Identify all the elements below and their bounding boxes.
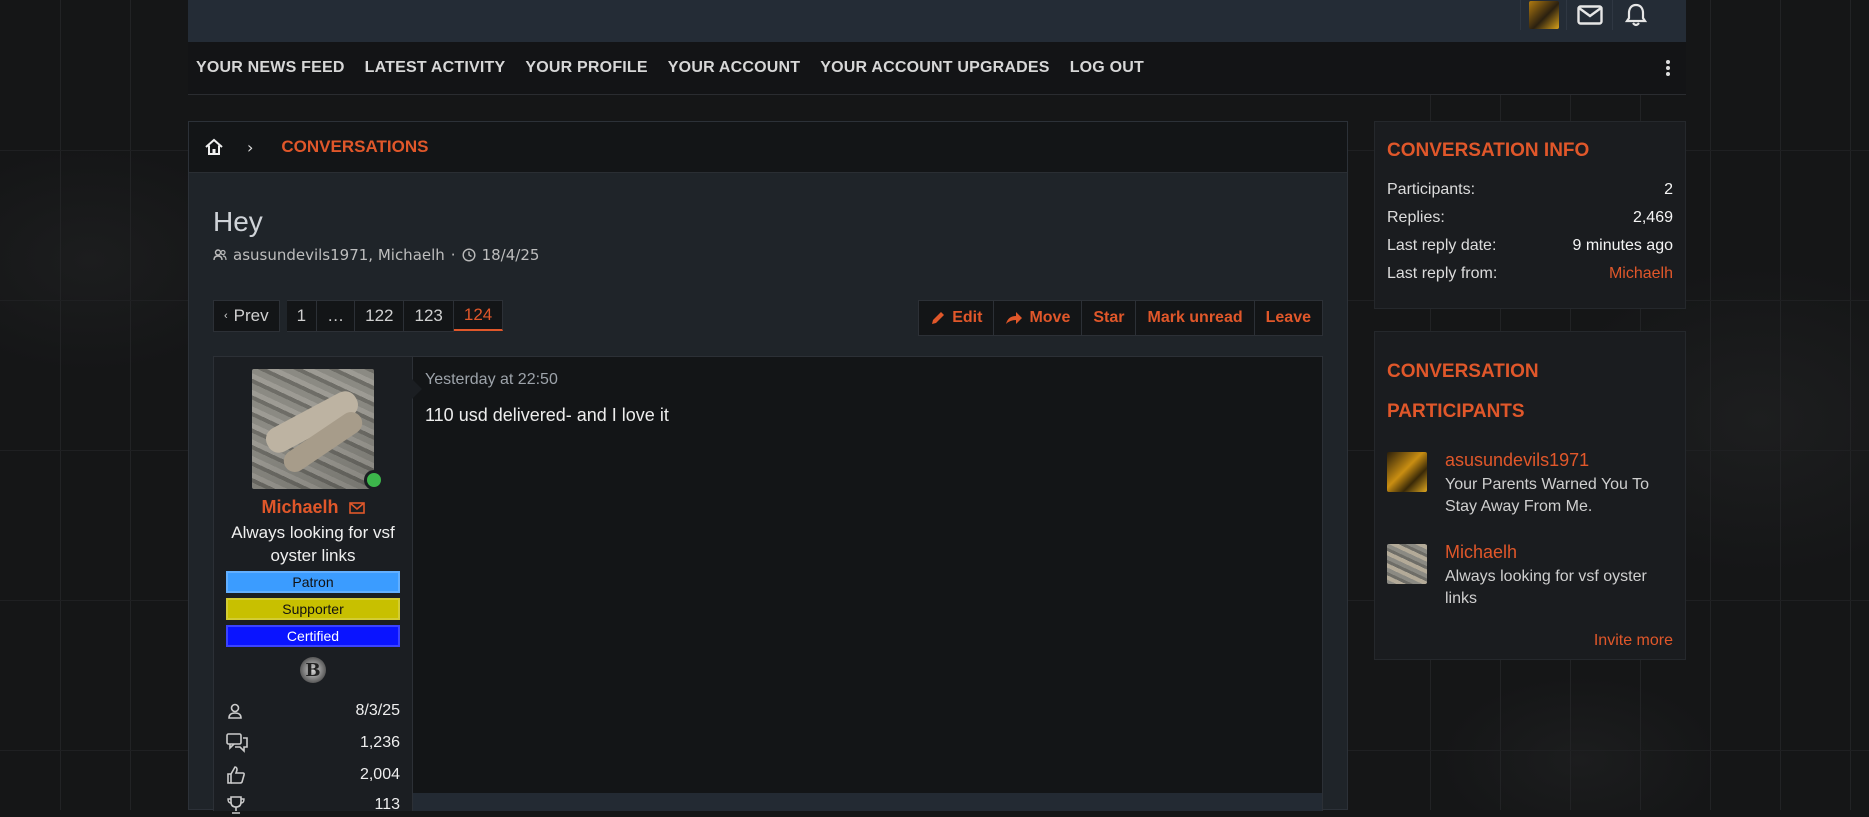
conversation-actions: Edit Move Star Mark unread Leave <box>918 300 1323 336</box>
author-name-link[interactable]: Michaelh <box>261 497 338 517</box>
message-footer <box>413 793 1322 811</box>
participant-asusundevils1971: asusundevils1971 Your Parents Warned You… <box>1375 450 1685 544</box>
pencil-icon <box>932 312 945 324</box>
page-ellipsis[interactable]: … <box>317 300 356 332</box>
meta-separator: · <box>450 246 456 264</box>
page-124-current[interactable]: 124 <box>453 300 504 331</box>
account-avatar-button[interactable] <box>1520 0 1567 30</box>
participant-name[interactable]: asusundevils1971 <box>1445 450 1589 471</box>
leave-button[interactable]: Leave <box>1253 301 1322 335</box>
participant-title: Your Parents Warned You To Stay Away Fro… <box>1445 476 1649 515</box>
avatar[interactable] <box>1387 544 1427 584</box>
alerts-button[interactable] <box>1612 0 1659 30</box>
conversation-info-heading: CONVERSATION INFO <box>1387 140 1590 161</box>
trophy-icon <box>227 796 245 814</box>
move-button[interactable]: Move <box>993 301 1081 335</box>
comments-icon <box>226 733 248 753</box>
message-user-info: Michaelh Always looking for vsf oyster l… <box>214 357 413 814</box>
info-last-reply-date: Last reply date: 9 minutes ago <box>1387 237 1673 254</box>
more-menu-icon[interactable] <box>1664 56 1672 80</box>
thumbs-up-icon <box>227 766 245 784</box>
edit-button[interactable]: Edit <box>919 301 993 335</box>
user-icon <box>228 703 242 719</box>
pagination: ‹ Prev 1 … 122 123 124 <box>213 300 504 332</box>
star-button[interactable]: Star <box>1081 301 1135 335</box>
post-author-name: Michaelh <box>214 497 412 519</box>
message-body: Yesterday at 22:50 110 usd delivered- an… <box>412 357 1322 811</box>
avatar[interactable] <box>1387 452 1427 492</box>
page-122[interactable]: 122 <box>355 300 405 332</box>
online-status-icon <box>364 470 384 490</box>
user-title: Always looking for vsf oyster links <box>231 523 395 565</box>
chevron-right-icon: › <box>247 137 254 157</box>
bell-icon <box>1625 3 1647 27</box>
breadcrumb-conversations[interactable]: CONVERSATIONS <box>281 137 428 157</box>
stat-reactions: 2,004 <box>226 763 400 787</box>
participant-name[interactable]: Michaelh <box>1445 542 1517 563</box>
participants-heading: CONVERSATION PARTICIPANTS <box>1387 361 1539 422</box>
badge-certified: Certified <box>226 625 400 647</box>
participants-text[interactable]: asusundevils1971, Michaelh <box>233 246 445 264</box>
clock-icon <box>462 248 476 262</box>
users-icon <box>213 249 227 261</box>
inbox-button[interactable] <box>1566 0 1613 30</box>
conversation-info-block: CONVERSATION INFO Participants: 2 Replie… <box>1374 121 1686 309</box>
info-replies: Replies: 2,469 <box>1387 209 1673 226</box>
conversation-meta: asusundevils1971, Michaelh · 18/4/25 <box>213 246 539 264</box>
info-participants: Participants: 2 <box>1387 181 1673 198</box>
nav-your-profile[interactable]: YOUR PROFILE <box>525 59 647 77</box>
chevron-left-icon: ‹ <box>224 310 228 322</box>
share-arrow-icon <box>1006 312 1023 324</box>
info-last-reply-from: Last reply from: Michaelh <box>1387 265 1673 283</box>
top-bar <box>188 0 1686 42</box>
participant-title: Always looking for vsf oyster links <box>1445 568 1647 607</box>
envelope-icon[interactable] <box>348 498 365 519</box>
nav-account-upgrades[interactable]: YOUR ACCOUNT UPGRADES <box>820 59 1049 77</box>
stat-messages: 1,236 <box>226 731 400 755</box>
account-nav-bar: YOUR NEWS FEED LATEST ACTIVITY YOUR PROF… <box>188 42 1686 95</box>
nav-log-out[interactable]: LOG OUT <box>1070 59 1144 77</box>
page-123[interactable]: 123 <box>404 300 454 332</box>
nav-news-feed[interactable]: YOUR NEWS FEED <box>196 59 345 77</box>
nav-latest-activity[interactable]: LATEST ACTIVITY <box>365 59 506 77</box>
message-date[interactable]: Yesterday at 22:50 <box>425 371 558 389</box>
envelope-icon <box>1577 5 1603 25</box>
mark-unread-button[interactable]: Mark unread <box>1135 301 1253 335</box>
last-reply-from-link[interactable]: Michaelh <box>1609 265 1673 283</box>
badge-supporter: Supporter <box>226 598 400 620</box>
participant-michaelh: Michaelh Always looking for vsf oyster l… <box>1375 542 1685 636</box>
prev-page-button[interactable]: ‹ Prev <box>213 300 280 332</box>
page-1[interactable]: 1 <box>286 300 318 332</box>
message-post: Michaelh Always looking for vsf oyster l… <box>213 356 1323 814</box>
conversation-date: 18/4/25 <box>481 246 540 264</box>
stat-points: 113 <box>226 793 400 817</box>
participants-block: CONVERSATION PARTICIPANTS asusundevils19… <box>1374 331 1686 660</box>
avatar[interactable] <box>252 369 374 489</box>
sidebar: CONVERSATION INFO Participants: 2 Replie… <box>1374 121 1686 660</box>
breadcrumb: › CONVERSATIONS <box>189 122 1347 173</box>
badge-patron: Patron <box>226 571 400 593</box>
stat-joined: 8/3/25 <box>226 699 400 723</box>
conversation-main: › CONVERSATIONS Hey asusundevils1971, Mi… <box>188 121 1348 814</box>
brand-logo: B <box>300 657 326 683</box>
avatar <box>1529 1 1559 29</box>
message-text: 110 usd delivered- and I love it <box>425 405 669 425</box>
page-title: Hey <box>213 206 263 237</box>
nav-your-account[interactable]: YOUR ACCOUNT <box>668 59 800 77</box>
home-icon[interactable] <box>203 136 225 158</box>
